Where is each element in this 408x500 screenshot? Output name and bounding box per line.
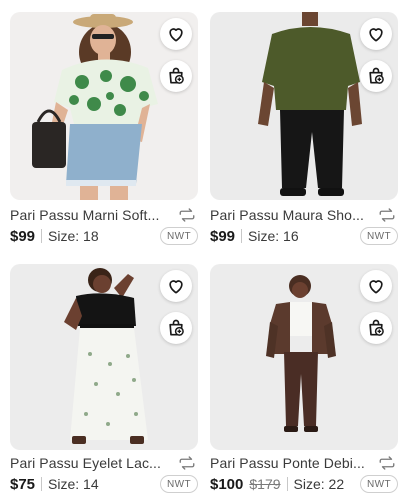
condition-badge: NWT [360, 227, 398, 245]
listing-card[interactable]: Pari Passu Marni Soft... $99 Size: 18 NW… [10, 12, 198, 248]
listing-photo[interactable] [10, 12, 198, 200]
listing-title[interactable]: Pari Passu Eyelet Lac... [10, 455, 170, 471]
heart-icon [169, 28, 183, 42]
add-to-bundle-button[interactable] [160, 312, 192, 344]
size-label: Size: 18 [48, 228, 99, 244]
bag-plus-icon [169, 67, 184, 84]
bag-plus-icon [169, 319, 184, 336]
listing-card[interactable]: Pari Passu Ponte Debi... $100 $179 Size:… [210, 264, 398, 500]
repost-icon[interactable] [378, 207, 396, 223]
condition-badge: NWT [360, 475, 398, 493]
size-label: Size: 14 [48, 476, 99, 492]
listing-photo[interactable] [210, 264, 398, 450]
price: $99 [210, 227, 236, 245]
price: $75 [10, 475, 36, 493]
price: $100 [210, 475, 244, 493]
repost-icon[interactable] [178, 207, 196, 223]
price: $99 [10, 227, 36, 245]
like-button[interactable] [360, 270, 392, 302]
heart-icon [369, 28, 383, 42]
repost-icon[interactable] [378, 455, 396, 471]
listing-card[interactable]: Pari Passu Eyelet Lac... $75 Size: 14 NW… [10, 264, 198, 500]
divider [241, 229, 243, 243]
bag-plus-icon [369, 319, 384, 336]
condition-badge: NWT [160, 227, 198, 245]
repost-icon[interactable] [178, 455, 196, 471]
listing-title[interactable]: Pari Passu Ponte Debi... [210, 455, 370, 471]
like-button[interactable] [160, 18, 192, 50]
listing-photo[interactable] [210, 12, 398, 200]
bag-plus-icon [369, 67, 384, 84]
divider [286, 477, 288, 491]
listing-photo[interactable] [10, 264, 198, 450]
divider [41, 477, 43, 491]
original-price: $179 [249, 476, 281, 492]
add-to-bundle-button[interactable] [360, 60, 392, 92]
listing-title[interactable]: Pari Passu Maura Sho... [210, 207, 370, 223]
heart-icon [369, 280, 383, 294]
listing-card[interactable]: Pari Passu Maura Sho... $99 Size: 16 NWT [210, 12, 398, 248]
size-label: Size: 22 [293, 476, 345, 492]
add-to-bundle-button[interactable] [160, 60, 192, 92]
add-to-bundle-button[interactable] [360, 312, 392, 344]
size-label: Size: 16 [248, 228, 299, 244]
listing-title[interactable]: Pari Passu Marni Soft... [10, 207, 170, 223]
like-button[interactable] [160, 270, 192, 302]
divider [41, 229, 43, 243]
like-button[interactable] [360, 18, 392, 50]
condition-badge: NWT [160, 475, 198, 493]
heart-icon [169, 280, 183, 294]
